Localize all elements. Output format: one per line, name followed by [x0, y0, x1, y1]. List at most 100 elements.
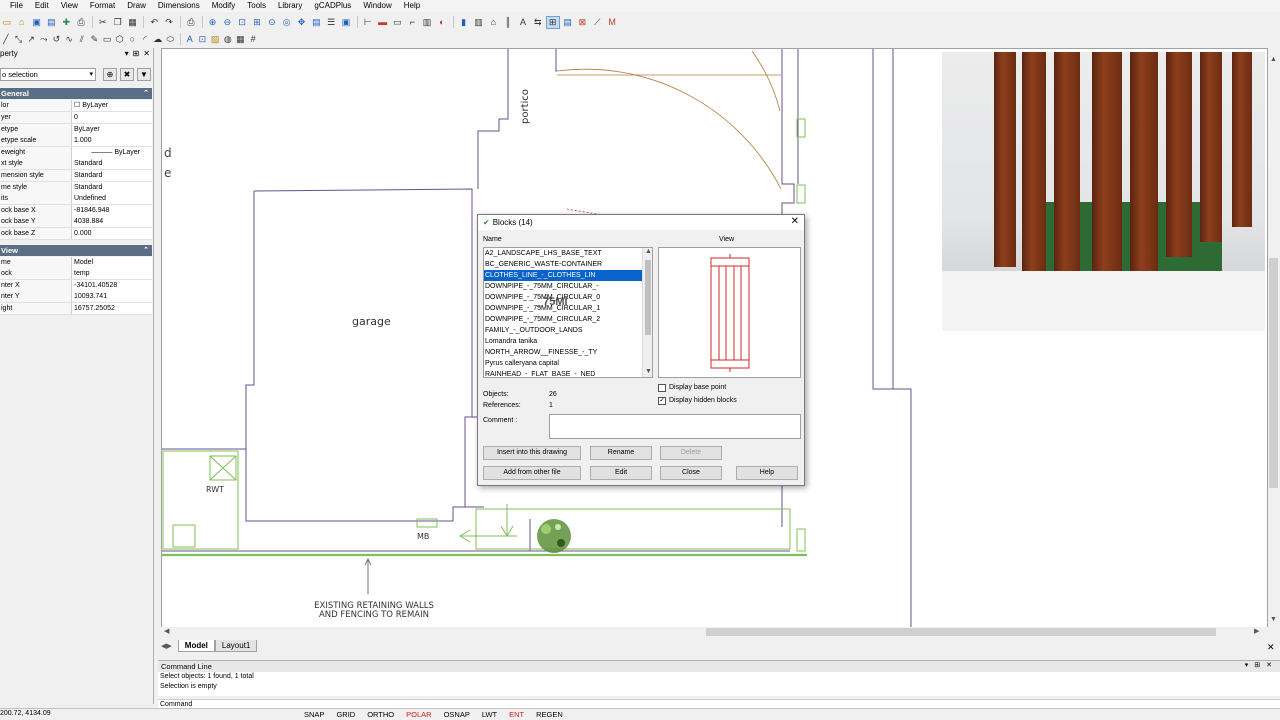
block-list-scrollbar[interactable]: ▲ ▼	[642, 248, 652, 377]
block-list-item[interactable]: Lomandra tanika	[484, 336, 642, 347]
redo-icon[interactable]: ↷	[162, 16, 176, 29]
spline-icon[interactable]: ∿	[63, 33, 75, 46]
lwt-toggle[interactable]: LWT	[476, 710, 503, 720]
ent-toggle[interactable]: ENT	[503, 710, 530, 720]
view-section-header[interactable]: View ⌃	[0, 245, 152, 256]
pan-icon[interactable]: ✥	[295, 16, 309, 29]
ortho-toggle[interactable]: ORTHO	[361, 710, 400, 720]
prop-row-dimension-style[interactable]: mension style Standard	[0, 170, 152, 182]
display-hidden-blocks-checkbox[interactable]: ✓	[658, 397, 666, 405]
menu-window[interactable]: Window	[357, 0, 397, 12]
dropdown-icon[interactable]: ▾	[1245, 661, 1249, 669]
block-list-item[interactable]: RAINHEAD_-_FLAT_BASE_-_NED	[484, 369, 642, 377]
layer-icon[interactable]: ☰	[324, 16, 338, 29]
close-icon[interactable]: ✕	[143, 48, 150, 60]
menu-draw[interactable]: Draw	[121, 0, 152, 12]
cut-icon[interactable]: ✂	[96, 16, 110, 29]
block-list-item-selected[interactable]: CLOTHES_LINE_-_CLOTHES_LIN	[484, 270, 642, 281]
wall-icon[interactable]: ▥	[472, 16, 486, 29]
prop-row-center-y[interactable]: nter Y 10093.741	[0, 291, 152, 303]
snap-toggle[interactable]: SNAP	[298, 710, 330, 720]
stairs-icon[interactable]: ⌐	[405, 16, 419, 29]
scroll-up-icon[interactable]: ▲	[645, 248, 652, 255]
prop-row-view-name[interactable]: me Model	[0, 257, 152, 269]
open-folder-icon[interactable]: ⌂	[15, 16, 29, 29]
vertical-scrollbar[interactable]: ▲ ▼	[1268, 48, 1280, 628]
blocks-dialog-title-bar[interactable]: ✔ Blocks (14)	[478, 215, 804, 230]
region-icon[interactable]: ◍	[222, 33, 234, 46]
regen-toggle[interactable]: REGEN	[530, 710, 569, 720]
prop-row-block-base-z[interactable]: ock base Z 0.000	[0, 228, 152, 240]
tab-model[interactable]: Model	[177, 639, 215, 652]
measure-icon[interactable]: ⇆	[531, 16, 545, 29]
close-icon[interactable]: ✕	[791, 216, 799, 227]
table-icon[interactable]: ▦	[235, 33, 247, 46]
new-file-icon[interactable]: ▭	[0, 16, 14, 29]
save-all-icon[interactable]: ▤	[44, 16, 58, 29]
prop-row-frame-style[interactable]: me style Standard	[0, 182, 152, 194]
close-icon[interactable]: ✕	[1266, 661, 1272, 669]
print2-icon[interactable]: ⎙	[184, 16, 198, 29]
prop-row-linetype[interactable]: etype ByLayer	[0, 124, 152, 136]
section-icon[interactable]: ⟋	[590, 16, 604, 29]
elevation-icon[interactable]: ⊠	[576, 16, 590, 29]
circle-icon[interactable]: ○	[127, 33, 139, 46]
menu-help[interactable]: Help	[398, 0, 426, 12]
block-list-item[interactable]: Pyrus calleryana capital	[484, 358, 642, 369]
prop-row-text-style[interactable]: xt style Standard	[0, 158, 152, 170]
polygon-icon[interactable]: ⬡	[114, 33, 126, 46]
tab-nav-icon[interactable]: ◀▶	[161, 642, 172, 650]
polar-toggle[interactable]: POLAR	[400, 710, 437, 720]
line-icon[interactable]: ╱	[0, 33, 12, 46]
grid-toggle[interactable]: GRID	[330, 710, 361, 720]
print-icon[interactable]: ⎙	[74, 16, 88, 29]
menu-tools[interactable]: Tools	[241, 0, 272, 12]
dropdown-icon[interactable]: ▾	[125, 48, 129, 60]
hatch-icon[interactable]: ▬	[376, 16, 390, 29]
polyline-icon[interactable]: ⤳	[38, 33, 50, 46]
properties-icon[interactable]: ▤	[309, 16, 323, 29]
menu-view[interactable]: View	[55, 0, 84, 12]
undo-icon[interactable]: ↶	[147, 16, 161, 29]
image-icon[interactable]: ▨	[209, 33, 221, 46]
scroll-down-icon[interactable]: ▼	[645, 368, 652, 375]
zoom-in-icon[interactable]: ⊕	[206, 16, 220, 29]
scroll-up-icon[interactable]: ▲	[1270, 56, 1277, 63]
prop-row-view-block[interactable]: ock temp	[0, 268, 152, 280]
xline-icon[interactable]: ⤡	[13, 33, 25, 46]
block-list[interactable]: A2_LANDSCAPE_LHS_BASE_TEXT BC_GENERIC_WA…	[483, 247, 653, 378]
prop-row-block-base-x[interactable]: ock base X -81846.948	[0, 205, 152, 217]
prop-row-color[interactable]: lor ☐ ByLayer	[0, 100, 152, 112]
horizontal-scroll-thumb[interactable]	[706, 628, 1216, 636]
block-list-item[interactable]: DOWNPIPE_-_75MM_CIRCULAR_2	[484, 314, 642, 325]
rectangle-icon[interactable]: ▭	[390, 16, 404, 29]
add-icon[interactable]: ✚	[59, 16, 73, 29]
block-list-item[interactable]: BC_GENERIC_WASTE-CONTAINER	[484, 259, 642, 270]
edit-icon[interactable]: ✎	[89, 33, 101, 46]
help-button[interactable]: Help	[736, 466, 798, 480]
macro-icon[interactable]: M	[605, 16, 619, 29]
add-from-other-file-button[interactable]: Add from other file	[483, 466, 581, 480]
select-objects-button[interactable]: ⊕	[103, 68, 117, 81]
menu-library[interactable]: Library	[272, 0, 308, 12]
edit-button[interactable]: Edit	[590, 466, 652, 480]
prop-row-lineweight[interactable]: eweight ——— ByLayer	[0, 147, 152, 159]
filter-icon[interactable]: ▼	[137, 68, 151, 81]
prop-row-linetype-scale[interactable]: etype scale 1.000	[0, 135, 152, 147]
dimension-icon[interactable]: ⊢	[361, 16, 375, 29]
general-section-header[interactable]: General ⌃	[0, 88, 152, 99]
zoom-window-icon[interactable]: ⊡	[235, 16, 249, 29]
text-icon[interactable]: A	[516, 16, 530, 29]
selection-dropdown[interactable]: o selection ▾	[0, 68, 96, 81]
insert-block-icon[interactable]: ⊡	[197, 33, 209, 46]
comment-field[interactable]	[549, 414, 801, 439]
menu-dimensions[interactable]: Dimensions	[152, 0, 206, 12]
insert-into-drawing-button[interactable]: Insert into this drawing	[483, 446, 581, 460]
fence-photo-image[interactable]	[942, 52, 1265, 331]
zoom-out-icon[interactable]: ⊖	[220, 16, 234, 29]
tab-layout1[interactable]: Layout1	[214, 639, 258, 652]
prop-row-units[interactable]: its Undefined	[0, 193, 152, 205]
prop-row-height[interactable]: ight 16757.25052	[0, 303, 152, 315]
arc-undo-icon[interactable]: ↺	[51, 33, 63, 46]
door-icon[interactable]: ◐	[435, 16, 449, 29]
